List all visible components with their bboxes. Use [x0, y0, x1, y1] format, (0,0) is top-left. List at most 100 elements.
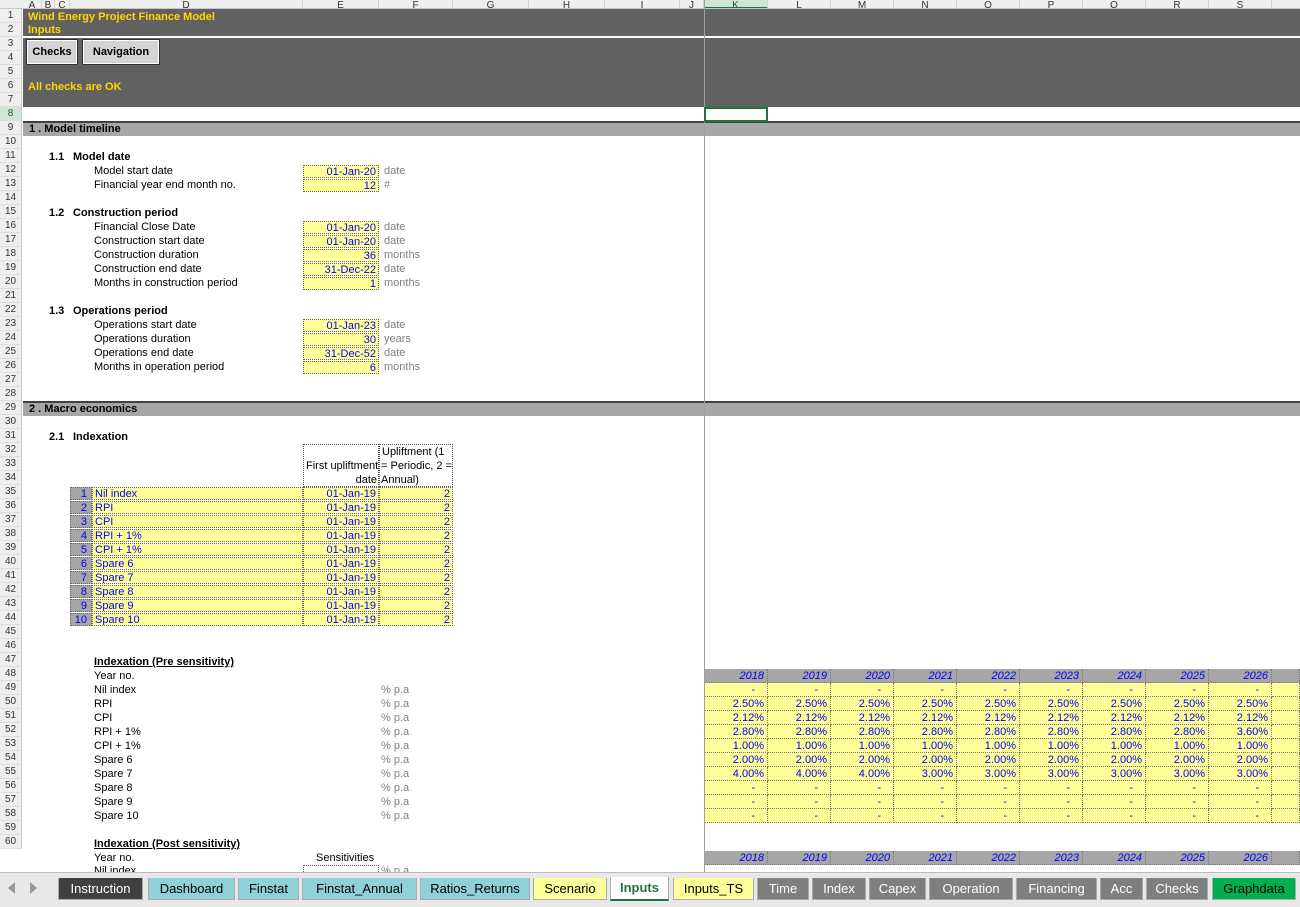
row-header-60[interactable]: 60: [0, 835, 22, 849]
index-first-upliftment-date[interactable]: 01-Jan-19: [303, 557, 379, 570]
row-header-21[interactable]: 21: [0, 289, 22, 303]
input-value[interactable]: 36: [303, 249, 379, 262]
row-header-14[interactable]: 14: [0, 191, 22, 205]
sheet-tab-instruction[interactable]: Instruction: [58, 878, 143, 900]
row-header-28[interactable]: 28: [0, 387, 22, 401]
pre-index-value-cell[interactable]: 2.80%: [1020, 725, 1083, 739]
pre-index-value-cell[interactable]: 1.00%: [704, 739, 768, 753]
row-header-5[interactable]: 5: [0, 65, 22, 79]
column-header-j[interactable]: J: [680, 0, 704, 8]
pre-index-value-cell[interactable]: -: [894, 795, 957, 809]
row-header-58[interactable]: 58: [0, 807, 22, 821]
scroll-left-icon[interactable]: [8, 882, 15, 894]
sheet-tab-checks[interactable]: Checks: [1146, 878, 1208, 900]
column-header-c[interactable]: C: [55, 0, 70, 8]
row-header-51[interactable]: 51: [0, 709, 22, 723]
row-header-15[interactable]: 15: [0, 205, 22, 219]
pre-index-value-cell[interactable]: -: [1146, 781, 1209, 795]
sheet-tab-inputs[interactable]: Inputs: [610, 877, 669, 901]
pre-index-value-cell[interactable]: 2.12%: [1209, 711, 1272, 725]
pre-index-value-cell-overflow[interactable]: [1272, 683, 1300, 697]
pre-index-value-cell[interactable]: 2.00%: [1020, 753, 1083, 767]
pre-index-value-cell[interactable]: 2.50%: [704, 697, 768, 711]
row-header-44[interactable]: 44: [0, 611, 22, 625]
column-header-m[interactable]: M: [831, 0, 894, 8]
index-name[interactable]: Spare 6: [92, 557, 303, 570]
sheet-tab-financing[interactable]: Financing: [1016, 878, 1097, 900]
pre-index-value-cell[interactable]: -: [1020, 809, 1083, 823]
index-name[interactable]: Spare 8: [92, 585, 303, 598]
row-header-52[interactable]: 52: [0, 723, 22, 737]
sheet-tab-index[interactable]: Index: [812, 878, 866, 900]
pre-index-value-cell-overflow[interactable]: [1272, 753, 1300, 767]
row-header-7[interactable]: 7: [0, 93, 22, 107]
row-header-40[interactable]: 40: [0, 555, 22, 569]
pre-index-value-cell[interactable]: 2.00%: [831, 753, 894, 767]
pre-index-value-cell[interactable]: -: [1083, 809, 1146, 823]
pre-index-value-cell[interactable]: -: [1083, 795, 1146, 809]
pre-index-value-cell[interactable]: 1.00%: [1083, 739, 1146, 753]
input-value[interactable]: 01-Jan-20: [303, 165, 379, 178]
input-value[interactable]: 31-Dec-22: [303, 263, 379, 276]
pre-index-value-cell[interactable]: 3.00%: [957, 767, 1020, 781]
index-name[interactable]: Spare 7: [92, 571, 303, 584]
pre-index-value-cell[interactable]: 2.12%: [704, 711, 768, 725]
pre-index-value-cell[interactable]: -: [1209, 795, 1272, 809]
pre-index-value-cell[interactable]: 1.00%: [1209, 739, 1272, 753]
sheet-tab-dashboard[interactable]: Dashboard: [148, 878, 235, 900]
pre-index-value-cell[interactable]: -: [831, 781, 894, 795]
pre-index-value-cell[interactable]: -: [1209, 683, 1272, 697]
row-header-22[interactable]: 22: [0, 303, 22, 317]
pre-index-value-cell[interactable]: 2.50%: [831, 697, 894, 711]
pre-index-value-cell-overflow[interactable]: [1272, 711, 1300, 725]
column-header-k[interactable]: K: [704, 0, 768, 8]
row-header-18[interactable]: 18: [0, 247, 22, 261]
row-header-32[interactable]: 32: [0, 443, 22, 457]
pre-index-value-cell[interactable]: 2.50%: [1146, 697, 1209, 711]
pre-index-value-cell[interactable]: -: [1146, 809, 1209, 823]
pre-index-value-cell[interactable]: -: [1146, 683, 1209, 697]
index-name[interactable]: Nil index: [92, 487, 303, 500]
row-header-42[interactable]: 42: [0, 583, 22, 597]
row-header-37[interactable]: 37: [0, 513, 22, 527]
pre-index-value-cell[interactable]: 1.00%: [1020, 739, 1083, 753]
column-header-q[interactable]: Q: [1083, 0, 1146, 8]
pre-index-value-cell[interactable]: 1.00%: [831, 739, 894, 753]
pre-index-value-cell-overflow[interactable]: [1272, 697, 1300, 711]
pre-index-value-cell[interactable]: 4.00%: [768, 767, 831, 781]
pre-index-value-cell-overflow[interactable]: [1272, 725, 1300, 739]
row-header-48[interactable]: 48: [0, 667, 22, 681]
pre-index-value-cell[interactable]: -: [704, 809, 768, 823]
row-header-33[interactable]: 33: [0, 457, 22, 471]
pre-index-value-cell[interactable]: 2.50%: [768, 697, 831, 711]
pre-index-value-cell[interactable]: -: [894, 781, 957, 795]
column-header-a[interactable]: A: [23, 0, 42, 8]
pre-index-value-cell[interactable]: -: [768, 683, 831, 697]
index-upliftment-type[interactable]: 2: [379, 585, 453, 598]
pre-index-value-cell[interactable]: 2.50%: [894, 697, 957, 711]
row-header-23[interactable]: 23: [0, 317, 22, 331]
index-upliftment-type[interactable]: 2: [379, 557, 453, 570]
index-first-upliftment-date[interactable]: 01-Jan-19: [303, 543, 379, 556]
column-header-e[interactable]: E: [303, 0, 379, 8]
pre-index-value-cell[interactable]: 2.00%: [768, 753, 831, 767]
pre-index-value-cell[interactable]: 2.50%: [1209, 697, 1272, 711]
pre-index-value-cell[interactable]: 3.00%: [1020, 767, 1083, 781]
selected-cell-k8[interactable]: [704, 107, 768, 122]
row-header-41[interactable]: 41: [0, 569, 22, 583]
pre-index-value-cell[interactable]: 2.12%: [768, 711, 831, 725]
row-header-17[interactable]: 17: [0, 233, 22, 247]
pre-index-value-cell[interactable]: -: [768, 809, 831, 823]
row-header-13[interactable]: 13: [0, 177, 22, 191]
pre-index-value-cell[interactable]: -: [1020, 795, 1083, 809]
column-header-d[interactable]: D: [70, 0, 303, 8]
column-header-f[interactable]: F: [379, 0, 453, 8]
column-header-s[interactable]: S: [1209, 0, 1272, 8]
row-header-35[interactable]: 35: [0, 485, 22, 499]
index-first-upliftment-date[interactable]: 01-Jan-19: [303, 515, 379, 528]
sheet-tab-inputs-ts[interactable]: Inputs_TS: [673, 878, 754, 900]
pre-index-value-cell[interactable]: 2.00%: [1146, 753, 1209, 767]
row-header-29[interactable]: 29: [0, 401, 22, 415]
index-name[interactable]: CPI: [92, 515, 303, 528]
pre-index-value-cell[interactable]: 2.80%: [704, 725, 768, 739]
